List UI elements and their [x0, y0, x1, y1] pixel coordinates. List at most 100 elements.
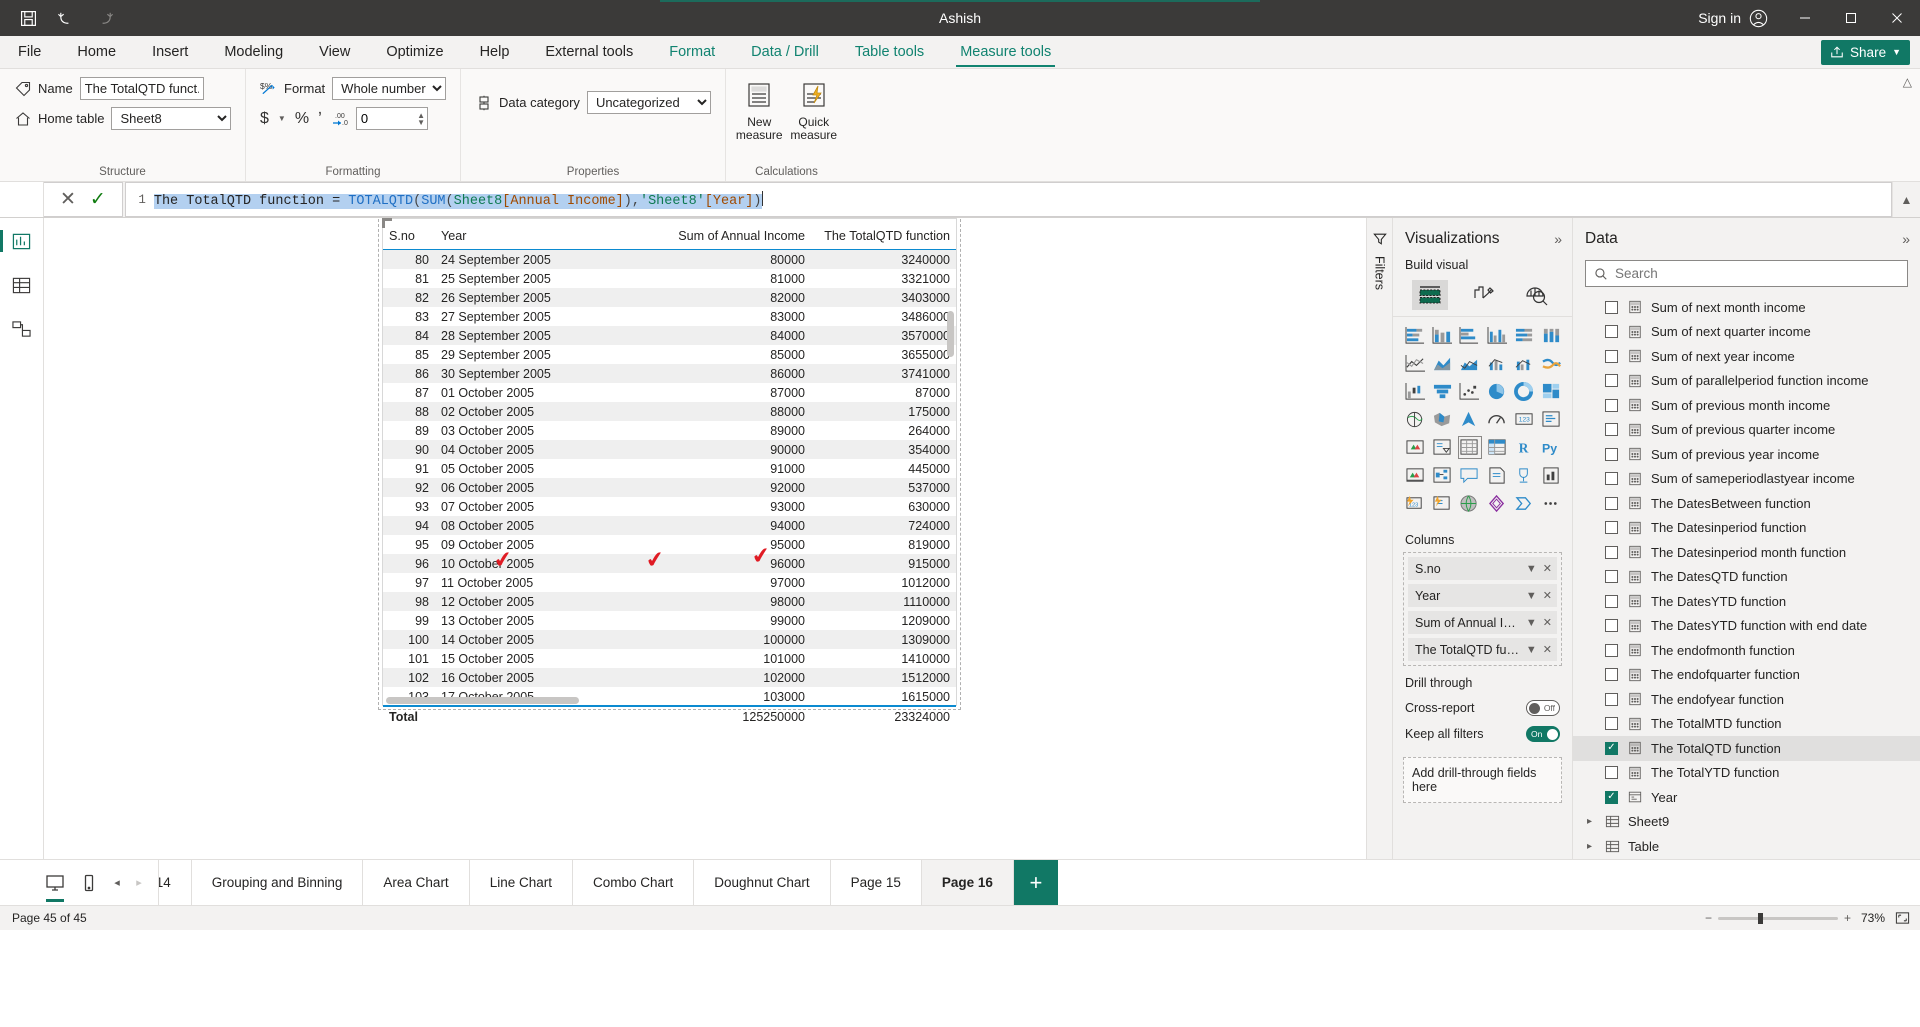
table-cell[interactable]: 11 October 2005 [435, 573, 661, 592]
report-view-icon[interactable] [8, 228, 36, 254]
page-nav-next-icon[interactable]: ▸ [130, 876, 148, 889]
metrics-icon[interactable] [1512, 464, 1536, 487]
data-field-item[interactable]: Sum of sameperiodlastyear income [1573, 467, 1920, 492]
table-cell[interactable]: 264000 [811, 421, 956, 440]
table-row[interactable]: 9509 October 200595000819000 [383, 535, 956, 554]
table-cell[interactable]: 01 October 2005 [435, 383, 661, 402]
close-button[interactable] [1874, 0, 1920, 36]
page-tab[interactable]: Line Chart [470, 860, 573, 905]
table-row[interactable]: 8701 October 20058700087000 [383, 383, 956, 402]
ribbon-tab-view[interactable]: View [301, 36, 368, 68]
zoom-slider[interactable]: − + [1705, 911, 1851, 925]
table-visual-body-scroll[interactable]: 8024 September 20058000032400008125 Sept… [383, 250, 956, 705]
table-cell[interactable]: 90 [383, 440, 435, 459]
table-row[interactable]: 8802 October 200588000175000 [383, 402, 956, 421]
table-row[interactable]: 10115 October 20051010001410000 [383, 649, 956, 668]
table-cell[interactable]: 96 [383, 554, 435, 573]
field-checkbox[interactable] [1605, 374, 1618, 387]
table-cell[interactable]: 354000 [811, 440, 956, 459]
table-vertical-scrollbar[interactable] [947, 253, 954, 673]
clustered-bar-chart-icon[interactable] [1458, 324, 1482, 347]
table-row[interactable]: 9004 October 200590000354000 [383, 440, 956, 459]
map-icon[interactable] [1403, 408, 1427, 431]
table-cell[interactable]: 1410000 [811, 649, 956, 668]
ribbon-tab-external-tools[interactable]: External tools [527, 36, 651, 68]
collapse-ribbon-icon[interactable]: △ [1903, 75, 1912, 89]
table-cell[interactable]: 86 [383, 364, 435, 383]
page-tab[interactable]: Grouping and Binning [192, 860, 364, 905]
page-tab[interactable]: ge 14 [159, 860, 192, 905]
data-field-item[interactable]: Sum of previous quarter income [1573, 418, 1920, 443]
table-cell[interactable]: 1012000 [811, 573, 956, 592]
field-chip-sum-annual-income[interactable]: Sum of Annual Income ▼ ✕ [1408, 611, 1557, 634]
currency-icon[interactable]: $ [260, 111, 269, 127]
table-cell[interactable]: 630000 [811, 497, 956, 516]
currency-dropdown-icon[interactable]: ▼ [278, 114, 286, 123]
table-cell[interactable]: 81000 [661, 269, 811, 288]
undo-icon[interactable] [54, 6, 78, 30]
table-cell[interactable]: 83000 [661, 307, 811, 326]
table-cell[interactable]: 92000 [661, 478, 811, 497]
table-cell[interactable]: 89000 [661, 421, 811, 440]
remove-field-icon[interactable]: ✕ [1543, 616, 1552, 629]
table-cell[interactable]: 1209000 [811, 611, 956, 630]
table-row[interactable]: 10216 October 20051020001512000 [383, 668, 956, 687]
table-cell[interactable]: 16 October 2005 [435, 668, 661, 687]
ribbon-tab-modeling[interactable]: Modeling [206, 36, 301, 68]
mobile-view-icon[interactable] [74, 867, 104, 899]
table-cell[interactable]: 29 September 2005 [435, 345, 661, 364]
table-cell[interactable]: 93 [383, 497, 435, 516]
data-field-item[interactable]: Sum of previous year income [1573, 442, 1920, 467]
table-cell[interactable]: 84 [383, 326, 435, 345]
azure-map-icon[interactable] [1458, 408, 1482, 431]
cancel-formula-icon[interactable]: ✕ [60, 188, 76, 211]
table-cell[interactable]: 06 October 2005 [435, 478, 661, 497]
table-cell[interactable]: 915000 [811, 554, 956, 573]
data-field-item[interactable]: Sum of next month income [1573, 295, 1920, 320]
table-cell[interactable]: 93000 [661, 497, 811, 516]
table-cell[interactable]: 02 October 2005 [435, 402, 661, 421]
analytics-magnifier-icon[interactable] [1518, 280, 1554, 310]
data-field-item[interactable]: ✓Year [1573, 785, 1920, 809]
chevron-down-icon[interactable]: ▼ [1526, 563, 1537, 575]
table-cell[interactable]: 87000 [661, 383, 811, 402]
field-checkbox[interactable] [1605, 595, 1618, 608]
save-icon[interactable] [16, 6, 40, 30]
table-cell[interactable]: 3240000 [811, 250, 956, 269]
field-checkbox[interactable] [1605, 619, 1618, 632]
ribbon-tab-format[interactable]: Format [651, 36, 733, 68]
formula-text[interactable]: The TotalQTD function = TOTALQTD(SUM(She… [154, 191, 763, 209]
table-view-icon[interactable] [8, 272, 36, 298]
field-checkbox[interactable] [1605, 521, 1618, 534]
table-row[interactable]: 8125 September 2005810003321000 [383, 269, 956, 288]
table-cell[interactable]: 25 September 2005 [435, 269, 661, 288]
collapse-data-pane-icon[interactable]: » [1902, 231, 1910, 247]
table-cell[interactable]: 96000 [661, 554, 811, 573]
table-cell[interactable]: 81 [383, 269, 435, 288]
table-cell[interactable]: 80000 [661, 250, 811, 269]
table-cell[interactable]: 102000 [661, 668, 811, 687]
table-cell[interactable]: 91000 [661, 459, 811, 478]
table-cell[interactable]: 1110000 [811, 592, 956, 611]
formula-input-area[interactable]: 1 The TotalQTD function = TOTALQTD(SUM(S… [125, 182, 1892, 217]
field-checkbox[interactable] [1605, 766, 1618, 779]
format-select[interactable]: Whole number [332, 77, 446, 100]
ribbon-tab-help[interactable]: Help [462, 36, 528, 68]
table-cell[interactable]: 82 [383, 288, 435, 307]
table-cell[interactable]: 89 [383, 421, 435, 440]
table-row[interactable]: 9711 October 2005970001012000 [383, 573, 956, 592]
table-cell[interactable]: 30 September 2005 [435, 364, 661, 383]
field-checkbox[interactable] [1605, 693, 1618, 706]
table-cell[interactable]: 80 [383, 250, 435, 269]
pie-chart-icon[interactable] [1485, 380, 1509, 403]
treemap-icon[interactable] [1540, 380, 1564, 403]
table-row[interactable]: 9610 October 200596000915000 [383, 554, 956, 573]
donut-chart-icon[interactable] [1512, 380, 1536, 403]
table-row[interactable]: 8529 September 2005850003655000 [383, 345, 956, 364]
measure-name-input[interactable] [80, 77, 204, 100]
data-field-item[interactable]: Sum of next year income [1573, 344, 1920, 369]
table-cell[interactable]: 101 [383, 649, 435, 668]
ribbon-tab-optimize[interactable]: Optimize [368, 36, 461, 68]
table-row[interactable]: 9408 October 200594000724000 [383, 516, 956, 535]
field-checkbox-checked[interactable]: ✓ [1605, 791, 1618, 804]
